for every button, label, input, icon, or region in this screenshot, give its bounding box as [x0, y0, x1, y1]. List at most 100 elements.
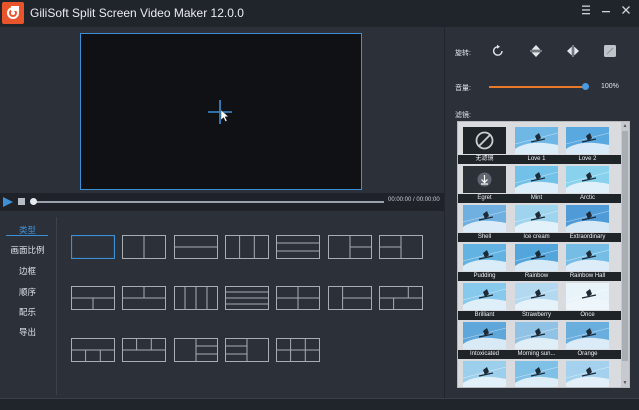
filter-name: Shell [459, 233, 510, 242]
filter-thumbnail [515, 127, 558, 154]
nav-divider [56, 217, 57, 395]
layout-template[interactable] [174, 338, 218, 362]
layout-template[interactable] [174, 286, 218, 310]
filter-name: Orange [562, 350, 613, 359]
filter-item[interactable]: Rainbow [511, 244, 562, 281]
filter-item[interactable]: Orange [562, 322, 613, 359]
filter-item[interactable]: Rainbow Hall [562, 244, 613, 281]
layout-template[interactable] [122, 338, 166, 362]
layout-template[interactable] [379, 235, 423, 259]
layout-template[interactable] [225, 338, 269, 362]
settings-icon[interactable] [578, 2, 594, 18]
filter-item[interactable]: Strawberry [511, 283, 562, 320]
nav-item-label: 顺序 [18, 287, 36, 297]
filter-name: Love 2 [562, 155, 613, 164]
crop-icon[interactable] [603, 44, 617, 58]
layout-template[interactable] [122, 235, 166, 259]
flip-horizontal-icon[interactable] [566, 44, 580, 58]
filter-name: Rainbow [511, 272, 562, 281]
filter-scrollbar[interactable]: ▲ ▼ [621, 122, 629, 387]
filter-thumbnail [515, 244, 558, 271]
filter-thumbnail [463, 205, 506, 232]
filter-item[interactable] [566, 361, 609, 387]
filter-item[interactable] [463, 361, 506, 387]
filter-item[interactable]: Egret [459, 166, 510, 203]
layout-template[interactable] [71, 286, 115, 310]
flip-vertical-icon[interactable] [529, 44, 543, 58]
filter-item[interactable]: Love 2 [562, 127, 613, 164]
rotate-icon[interactable] [491, 44, 505, 58]
filter-thumbnail [463, 361, 506, 387]
filter-item[interactable]: Once [562, 283, 613, 320]
filter-name: Intoxicated [459, 350, 510, 359]
scroll-down-icon[interactable]: ▼ [622, 380, 628, 386]
filter-name: Extraordinary [562, 233, 613, 242]
seek-track[interactable] [32, 201, 384, 203]
volume-slider[interactable] [489, 86, 585, 88]
scroll-thumb[interactable] [622, 131, 628, 361]
scroll-up-icon[interactable]: ▲ [622, 123, 628, 129]
filter-thumbnail [566, 283, 609, 310]
no-filter-icon [463, 127, 506, 154]
volume-value: 100% [601, 83, 619, 90]
layout-template[interactable] [174, 235, 218, 259]
filter-thumbnail [566, 244, 609, 271]
nav-item-aspect-ratio[interactable]: 画面比例 [0, 244, 55, 256]
filter-thumbnail [463, 283, 506, 310]
layout-template[interactable] [276, 286, 320, 310]
layout-template[interactable] [225, 286, 269, 310]
nav-item-music[interactable]: 配乐 [0, 306, 55, 318]
filter-list[interactable]: 无滤镜 Love 1 Love 2 Egret Mint Arctic Shell Ice c… [457, 121, 630, 388]
filters-label: 滤镜: [455, 112, 471, 119]
nav-item-type[interactable]: 类型 [0, 224, 55, 236]
nav-item-label: 导出 [18, 327, 36, 337]
nav-item-border[interactable]: 边框 [0, 265, 55, 277]
filter-thumbnail [566, 166, 609, 193]
layout-template[interactable] [276, 235, 320, 259]
filter-name: Once [562, 311, 613, 320]
layout-template[interactable] [328, 235, 372, 259]
filter-item[interactable]: Love 1 [511, 127, 562, 164]
filter-item[interactable]: Ice cream [511, 205, 562, 242]
filter-name: Egret [459, 194, 510, 203]
filter-item[interactable] [515, 361, 558, 387]
panel-separator [444, 27, 445, 400]
filter-item[interactable]: Pudding [459, 244, 510, 281]
stop-icon[interactable] [18, 198, 25, 205]
play-icon[interactable] [3, 197, 13, 207]
layout-template[interactable] [328, 286, 372, 310]
nav-item-label: 类型 [18, 225, 36, 235]
minimize-icon[interactable] [598, 2, 614, 18]
volume-handle[interactable] [582, 83, 589, 90]
filter-item[interactable]: Morning sun... [511, 322, 562, 359]
filter-item[interactable]: Mint [511, 166, 562, 203]
layout-template[interactable] [379, 286, 423, 310]
layout-template[interactable] [71, 338, 115, 362]
layout-template[interactable] [122, 286, 166, 310]
filter-item[interactable]: Intoxicated [459, 322, 510, 359]
layout-template[interactable] [225, 235, 269, 259]
filter-name: Arctic [562, 194, 613, 203]
time-display: 00:00:00 / 00:00:00 [388, 197, 440, 203]
nav-item-export[interactable]: 导出 [0, 326, 55, 338]
filter-thumbnail [515, 205, 558, 232]
nav-item-label: 画面比例 [10, 245, 45, 255]
title-bar: GiliSoft Split Screen Video Maker 12.0.0 [0, 0, 639, 27]
left-nav: 类型 画面比例 边框 顺序 配乐 导出 [0, 216, 58, 396]
seek-handle[interactable] [30, 198, 37, 205]
filter-item[interactable]: Extraordinary [562, 205, 613, 242]
layout-template-selected[interactable] [71, 235, 115, 259]
filter-item[interactable]: Arctic [562, 166, 613, 203]
close-icon[interactable] [618, 2, 634, 18]
app-logo-icon [2, 2, 24, 24]
filter-item[interactable]: Brilliant [459, 283, 510, 320]
layout-template[interactable] [276, 338, 320, 362]
filter-item[interactable]: Shell [459, 205, 510, 242]
filter-thumbnail [463, 166, 506, 193]
crosshair-icon [208, 100, 232, 124]
filter-none[interactable]: 无滤镜 [459, 127, 510, 164]
filter-thumbnail [463, 322, 506, 349]
nav-item-order[interactable]: 顺序 [0, 286, 55, 298]
video-preview[interactable] [80, 33, 362, 190]
volume-label: 音量: [455, 85, 471, 92]
